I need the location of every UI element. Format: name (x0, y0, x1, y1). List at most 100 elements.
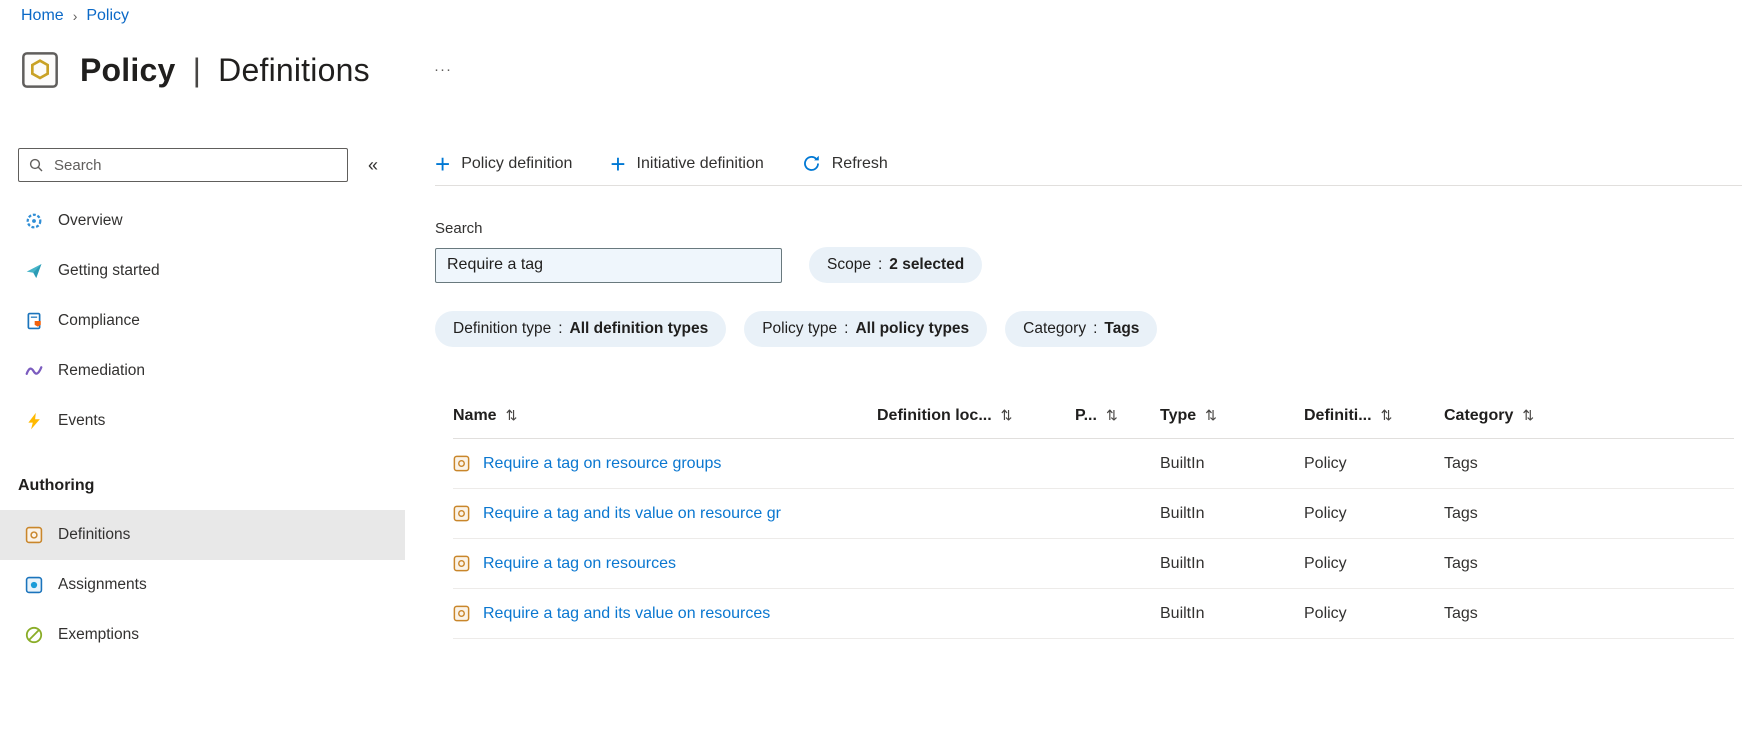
sidebar-item-definitions[interactable]: Definitions (0, 510, 405, 560)
sidebar-search-input[interactable] (52, 155, 338, 175)
initiative-definition-button[interactable]: + Initiative definition (610, 151, 764, 177)
sidebar-item-compliance[interactable]: Compliance (0, 296, 405, 346)
column-header-definition-type[interactable]: Definiti... ⇅ (1304, 407, 1444, 425)
pill-name: Scope (827, 256, 871, 273)
initiative-definition-label: Initiative definition (636, 154, 764, 172)
plus-icon: + (435, 148, 451, 179)
table-row[interactable]: Require a tag and its value on resource … (453, 489, 1734, 539)
table-row[interactable]: Require a tag and its value on resources… (453, 589, 1734, 639)
command-bar: + Policy definition + Initiative definit… (435, 142, 1742, 186)
sort-icon: ⇅ (1105, 407, 1118, 423)
refresh-button[interactable]: Refresh (802, 154, 888, 173)
type-cell: BuiltIn (1160, 604, 1205, 622)
pill-value: 2 selected (889, 256, 965, 273)
sidebar-item-assignments[interactable]: Assignments (0, 560, 405, 610)
sort-icon: ⇅ (505, 407, 518, 423)
pill-name: Category (1023, 320, 1087, 337)
search-icon (29, 158, 43, 172)
table-row[interactable]: Require a tag on resources BuiltIn Polic… (453, 539, 1734, 589)
refresh-label: Refresh (831, 154, 888, 172)
overview-icon (26, 213, 42, 229)
column-header-policies[interactable]: P... ⇅ (1075, 407, 1160, 425)
sidebar-item-label: Events (58, 412, 106, 429)
definitions-search-input[interactable] (435, 247, 782, 283)
pill-separator: : (558, 320, 563, 337)
type-cell: BuiltIn (1160, 454, 1205, 472)
name-cell: Require a tag and its value on resource … (453, 505, 877, 523)
table-header-row: Name ⇅ Definition loc... ⇅ P... ⇅ Type ⇅… (453, 393, 1734, 439)
sidebar-item-getting-started[interactable]: Getting started (0, 246, 405, 296)
column-label: Definiti... (1304, 406, 1372, 424)
breadcrumb: Home › Policy (21, 7, 129, 25)
search-field-label: Search (435, 220, 483, 237)
definition-type-cell: Policy (1304, 454, 1347, 472)
column-label: Category (1444, 406, 1514, 424)
column-header-category[interactable]: Category ⇅ (1444, 407, 1734, 425)
scope-filter-pill[interactable]: Scope : 2 selected (809, 247, 983, 283)
page-title-secondary: Definitions (218, 51, 370, 88)
definition-type-cell: Policy (1304, 604, 1347, 622)
policy-definition-button[interactable]: + Policy definition (435, 148, 572, 179)
definitions-table: Name ⇅ Definition loc... ⇅ P... ⇅ Type ⇅… (453, 393, 1734, 639)
name-cell: Require a tag and its value on resources (453, 605, 877, 623)
breadcrumb-policy-link[interactable]: Policy (86, 7, 129, 25)
policy-type-filter-pill[interactable]: Policy type : All policy types (744, 311, 988, 347)
definition-type-cell: Policy (1304, 554, 1347, 572)
definition-link[interactable]: Require a tag on resource groups (483, 455, 721, 473)
sidebar-item-remediation[interactable]: Remediation (0, 346, 405, 396)
sort-icon: ⇅ (1000, 407, 1013, 423)
definition-link[interactable]: Require a tag and its value on resources (483, 605, 770, 623)
page-header: Policy | Definitions (20, 50, 370, 90)
column-label: Name (453, 406, 497, 424)
column-header-definition-location[interactable]: Definition loc... ⇅ (877, 407, 1075, 425)
getting-started-icon (26, 264, 42, 278)
main-content: + Policy definition + Initiative definit… (435, 142, 1742, 743)
sidebar-item-label: Exemptions (58, 626, 139, 643)
column-label: Definition loc... (877, 406, 992, 424)
sidebar-search-box[interactable] (18, 148, 348, 182)
pill-value: All policy types (855, 320, 970, 337)
category-cell: Tags (1444, 554, 1478, 572)
sidebar-item-events[interactable]: Events (0, 396, 405, 446)
definition-link[interactable]: Require a tag and its value on resource … (483, 505, 781, 523)
category-filter-pill[interactable]: Category : Tags (1005, 311, 1158, 347)
sidebar-item-label: Definitions (58, 526, 131, 543)
assignments-icon (25, 576, 43, 594)
pill-separator: : (844, 320, 849, 337)
remediation-icon (25, 366, 43, 375)
sort-icon: ⇅ (1380, 407, 1393, 423)
sort-icon: ⇅ (1522, 407, 1535, 423)
sidebar-item-label: Getting started (58, 262, 160, 279)
collapse-sidebar-button[interactable]: « (364, 153, 382, 178)
category-cell: Tags (1444, 604, 1478, 622)
policy-definition-icon (453, 505, 470, 522)
definition-type-filter-pill[interactable]: Definition type : All definition types (435, 311, 727, 347)
definition-type-cell: Policy (1304, 504, 1347, 522)
column-header-type[interactable]: Type ⇅ (1160, 407, 1304, 425)
page-title-primary: Policy (80, 51, 176, 88)
breadcrumb-home-link[interactable]: Home (21, 7, 64, 25)
pill-separator: : (1093, 320, 1098, 337)
policy-definition-icon (453, 605, 470, 622)
sidebar-item-label: Overview (58, 212, 123, 229)
sidebar-item-label: Compliance (58, 312, 140, 329)
sidebar-section-authoring: Authoring (18, 477, 95, 494)
sort-icon: ⇅ (1205, 407, 1217, 423)
definition-link[interactable]: Require a tag on resources (483, 555, 676, 573)
policy-definition-icon (453, 555, 470, 572)
column-header-name[interactable]: Name ⇅ (453, 407, 877, 425)
compliance-icon (27, 312, 41, 330)
sidebar-item-overview[interactable]: Overview (0, 196, 405, 246)
type-cell: BuiltIn (1160, 504, 1205, 522)
chevron-right-icon: › (72, 8, 78, 24)
exemptions-icon (25, 626, 43, 644)
sidebar-item-label: Remediation (58, 362, 146, 379)
column-label: P... (1075, 406, 1097, 424)
refresh-icon (803, 155, 819, 171)
category-cell: Tags (1444, 504, 1478, 522)
table-row[interactable]: Require a tag on resource groups BuiltIn… (453, 439, 1734, 489)
name-cell: Require a tag on resources (453, 555, 877, 573)
pill-name: Definition type (453, 320, 552, 337)
more-actions-button[interactable]: ··· (428, 60, 458, 79)
sidebar-item-exemptions[interactable]: Exemptions (0, 610, 405, 660)
